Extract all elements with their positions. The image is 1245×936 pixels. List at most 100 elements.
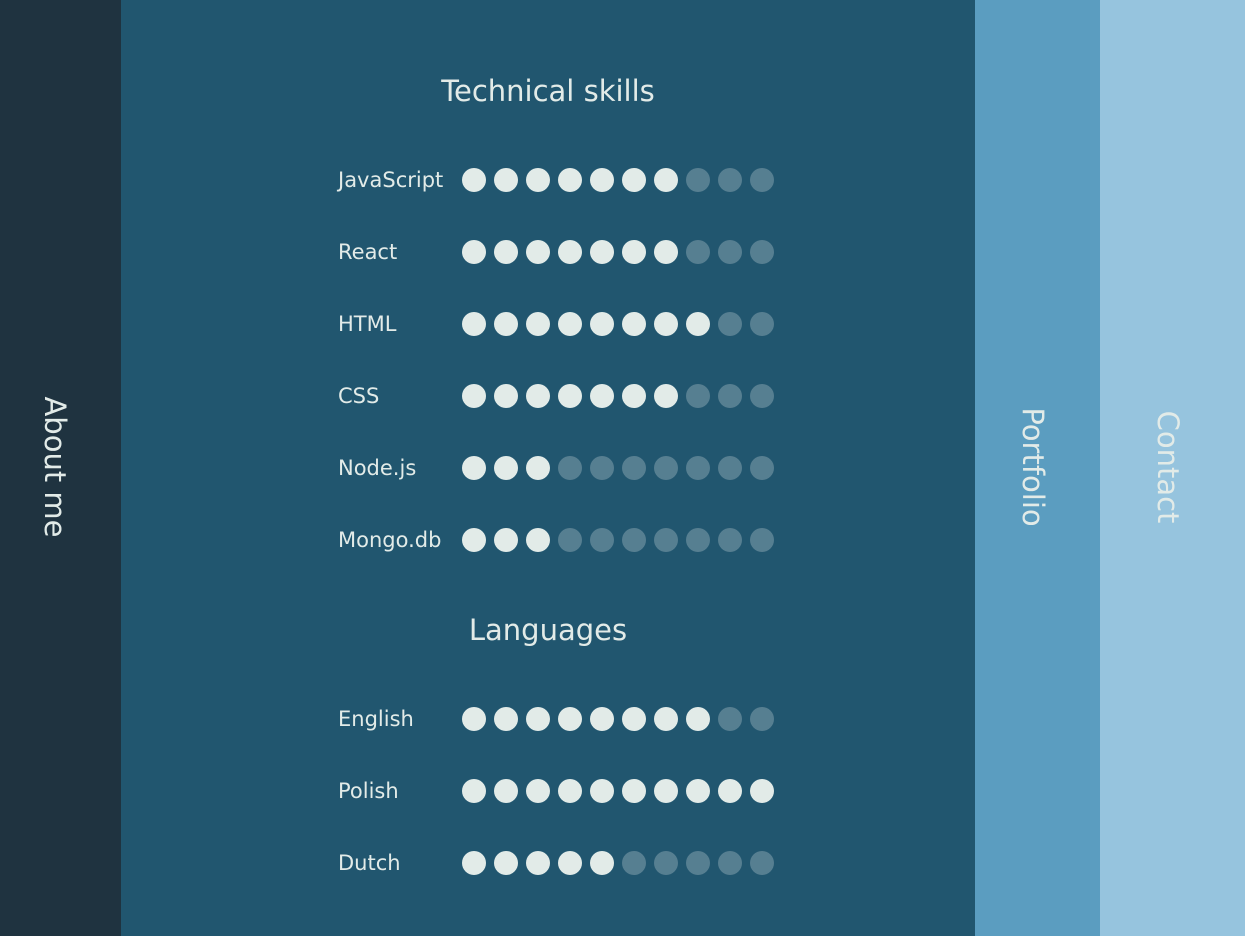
filled-level-dot <box>526 707 550 731</box>
skill-row: JavaScript <box>338 165 782 195</box>
empty-level-dot <box>622 456 646 480</box>
about-me-tab[interactable]: About me <box>0 0 121 936</box>
filled-level-dot <box>494 168 518 192</box>
filled-level-dot <box>718 779 742 803</box>
empty-level-dot <box>718 528 742 552</box>
empty-level-dot <box>718 240 742 264</box>
empty-level-dot <box>750 707 774 731</box>
skill-label: HTML <box>338 312 397 336</box>
skill-label: Dutch <box>338 851 401 875</box>
skill-level-dots <box>462 168 782 192</box>
filled-level-dot <box>558 312 582 336</box>
empty-level-dot <box>622 851 646 875</box>
skill-level-dots <box>462 851 782 875</box>
skill-row: React <box>338 237 782 267</box>
empty-level-dot <box>558 456 582 480</box>
empty-level-dot <box>686 528 710 552</box>
filled-level-dot <box>686 312 710 336</box>
filled-level-dot <box>494 779 518 803</box>
empty-level-dot <box>686 456 710 480</box>
empty-level-dot <box>590 528 614 552</box>
empty-level-dot <box>654 456 678 480</box>
skill-level-dots <box>462 707 782 731</box>
filled-level-dot <box>462 240 486 264</box>
skill-level-dots <box>462 528 782 552</box>
filled-level-dot <box>558 779 582 803</box>
filled-level-dot <box>654 779 678 803</box>
filled-level-dot <box>622 779 646 803</box>
filled-level-dot <box>526 384 550 408</box>
empty-level-dot <box>558 528 582 552</box>
skill-level-dots <box>462 384 782 408</box>
filled-level-dot <box>590 707 614 731</box>
empty-level-dot <box>750 312 774 336</box>
empty-level-dot <box>654 528 678 552</box>
filled-level-dot <box>462 168 486 192</box>
filled-level-dot <box>558 240 582 264</box>
empty-level-dot <box>750 168 774 192</box>
filled-level-dot <box>526 240 550 264</box>
skill-label: Polish <box>338 779 399 803</box>
filled-level-dot <box>590 240 614 264</box>
filled-level-dot <box>622 312 646 336</box>
filled-level-dot <box>558 851 582 875</box>
filled-level-dot <box>622 240 646 264</box>
skill-label: Node.js <box>338 456 417 480</box>
filled-level-dot <box>558 384 582 408</box>
empty-level-dot <box>686 240 710 264</box>
skills-panel: Technical skills JavaScript React HTML CSS N… <box>121 0 975 936</box>
filled-level-dot <box>622 384 646 408</box>
filled-level-dot <box>494 312 518 336</box>
empty-level-dot <box>622 528 646 552</box>
empty-level-dot <box>718 851 742 875</box>
skill-label: React <box>338 240 398 264</box>
skill-label: CSS <box>338 384 380 408</box>
filled-level-dot <box>462 528 486 552</box>
skill-level-dots <box>462 312 782 336</box>
filled-level-dot <box>462 779 486 803</box>
filled-level-dot <box>622 168 646 192</box>
filled-level-dot <box>526 168 550 192</box>
skill-row: HTML <box>338 309 782 339</box>
technical-skills-title: Technical skills <box>441 74 655 108</box>
empty-level-dot <box>750 456 774 480</box>
skill-row: Node.js <box>338 453 782 483</box>
empty-level-dot <box>750 851 774 875</box>
empty-level-dot <box>750 528 774 552</box>
empty-level-dot <box>654 851 678 875</box>
skill-row: Dutch <box>338 848 782 878</box>
filled-level-dot <box>654 240 678 264</box>
filled-level-dot <box>654 707 678 731</box>
skill-level-dots <box>462 779 782 803</box>
filled-level-dot <box>654 168 678 192</box>
skill-level-dots <box>462 456 782 480</box>
filled-level-dot <box>558 168 582 192</box>
skill-label: Mongo.db <box>338 528 442 552</box>
filled-level-dot <box>494 851 518 875</box>
portfolio-tab-label: Portfolio <box>1016 407 1050 527</box>
filled-level-dot <box>622 707 646 731</box>
empty-level-dot <box>590 456 614 480</box>
empty-level-dot <box>686 851 710 875</box>
about-me-tab-label: About me <box>38 396 72 538</box>
empty-level-dot <box>718 312 742 336</box>
filled-level-dot <box>494 456 518 480</box>
filled-level-dot <box>494 384 518 408</box>
filled-level-dot <box>686 779 710 803</box>
portfolio-tab[interactable]: Portfolio <box>975 0 1100 936</box>
skill-row: Mongo.db <box>338 525 782 555</box>
languages-title: Languages <box>468 613 628 647</box>
filled-level-dot <box>494 707 518 731</box>
skill-label: JavaScript <box>338 168 444 192</box>
filled-level-dot <box>462 312 486 336</box>
skill-row: English <box>338 704 782 734</box>
empty-level-dot <box>718 707 742 731</box>
filled-level-dot <box>558 707 582 731</box>
filled-level-dot <box>526 779 550 803</box>
filled-level-dot <box>494 528 518 552</box>
skill-row: CSS <box>338 381 782 411</box>
empty-level-dot <box>718 456 742 480</box>
filled-level-dot <box>686 707 710 731</box>
filled-level-dot <box>654 312 678 336</box>
contact-tab[interactable]: Contact <box>1100 0 1245 936</box>
